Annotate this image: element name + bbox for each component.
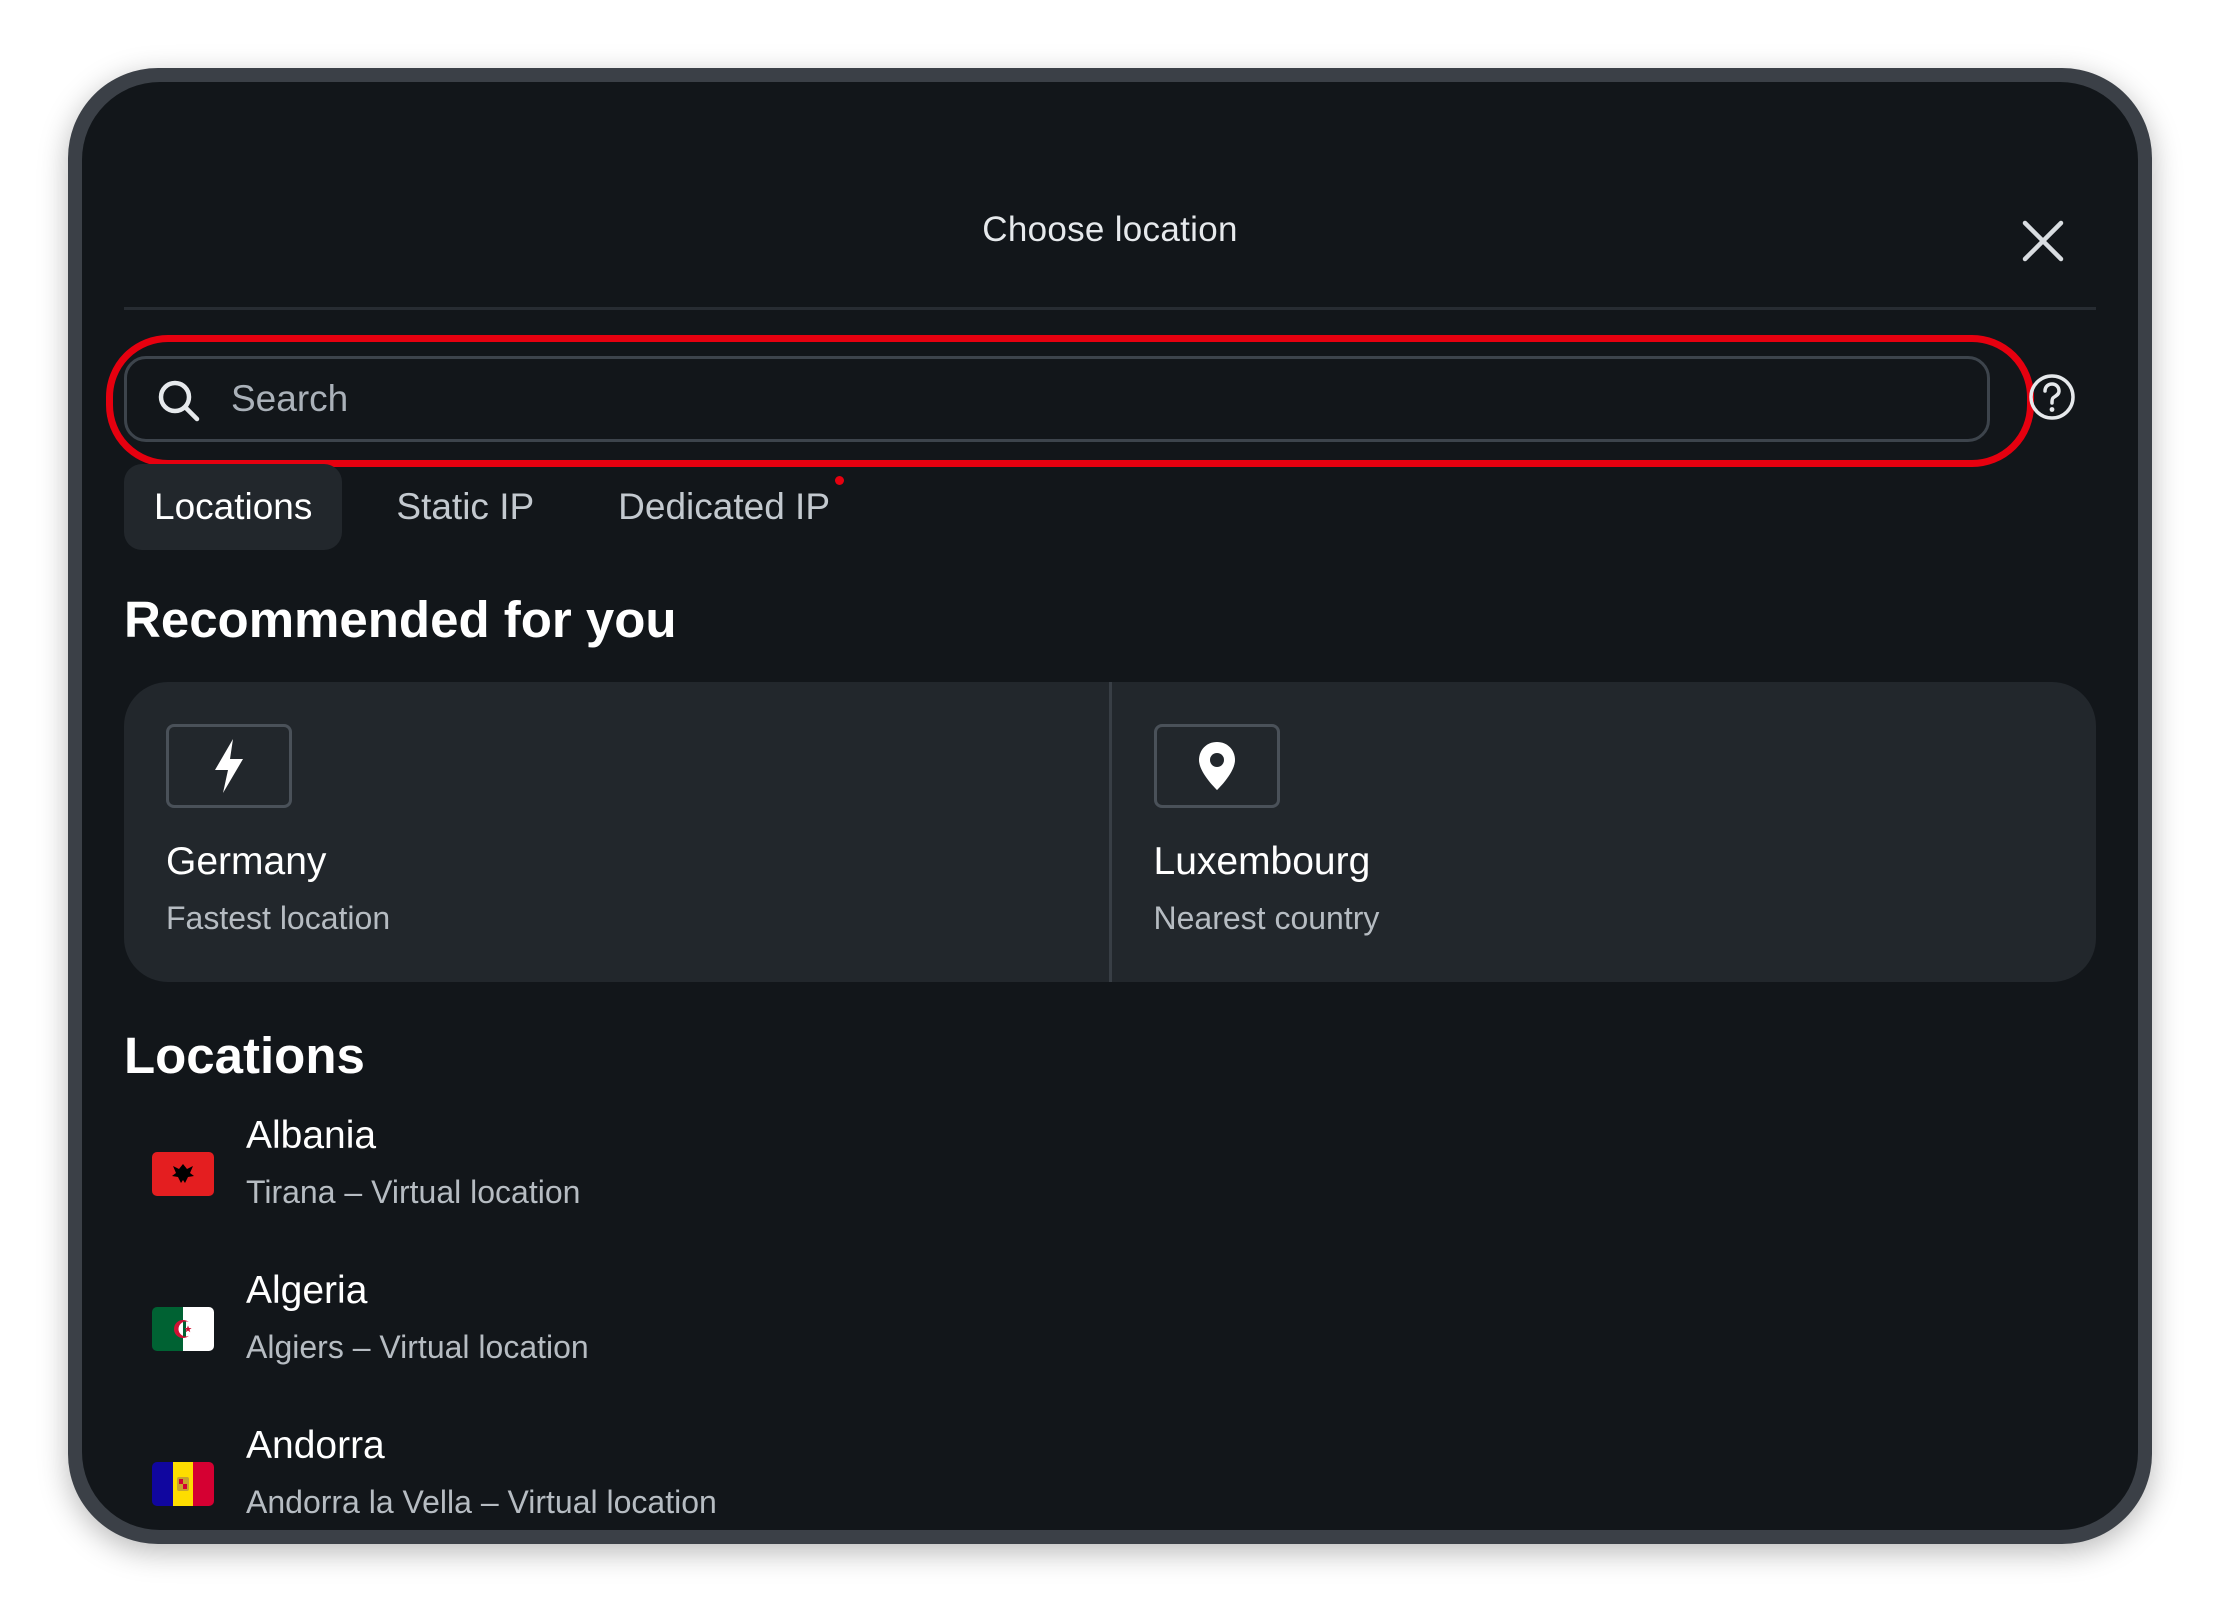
recommended-card-nearest[interactable]: Luxembourg Nearest country: [1108, 682, 2097, 982]
location-name: Algeria: [246, 1269, 368, 1312]
header: Choose location: [82, 82, 2138, 262]
page-title: Choose location: [982, 210, 1238, 249]
rec-card-subtitle: Fastest location: [166, 900, 391, 936]
rec-card-subtitle: Nearest country: [1153, 900, 1380, 936]
location-name: Andorra: [246, 1424, 385, 1467]
device-frame: Choose location L: [68, 68, 2152, 1544]
lightning-icon: [215, 739, 243, 793]
choose-location-panel: Choose location L: [82, 82, 2138, 1530]
search-input[interactable]: [231, 359, 1931, 439]
location-subtitle: Tirana – Virtual location: [246, 1174, 581, 1210]
location-name: Albania: [246, 1114, 377, 1157]
tab-label: Locations: [154, 486, 313, 527]
header-divider: [124, 307, 2096, 310]
close-icon: [2022, 220, 2064, 262]
location-subtitle: Andorra la Vella – Virtual location: [246, 1484, 717, 1520]
list-item[interactable]: Albania Tirana – Virtual location: [124, 1112, 2096, 1267]
tab-locations[interactable]: Locations: [124, 464, 343, 550]
locations-section-title: Locations: [124, 1027, 365, 1084]
location-tabs: Locations Static IP Dedicated IP: [124, 464, 884, 550]
list-item[interactable]: Andorra Andorra la Vella – Virtual locat…: [124, 1422, 2096, 1530]
rec-icon-box: [166, 724, 292, 808]
location-pin-icon: [1198, 742, 1235, 790]
tab-label: Dedicated IP: [618, 486, 831, 527]
albania-flag-icon: [152, 1152, 214, 1196]
list-item[interactable]: Algeria Algiers – Virtual location: [124, 1267, 2096, 1422]
algeria-flag-icon: [152, 1307, 214, 1351]
andorra-flag-icon: [152, 1462, 214, 1506]
notification-dot: [835, 476, 845, 485]
help-button[interactable]: [2027, 372, 2077, 422]
location-subtitle: Algiers – Virtual location: [246, 1329, 589, 1365]
rec-icon-box: [1153, 724, 1280, 808]
help-icon: [2029, 374, 2075, 420]
recommended-section-title: Recommended for you: [124, 591, 677, 648]
tab-label: Static IP: [396, 486, 535, 527]
recommended-cards: Germany Fastest location Luxembourg Near…: [124, 682, 2096, 982]
tab-dedicated-ip[interactable]: Dedicated IP: [588, 464, 860, 550]
search-bar[interactable]: [124, 356, 1990, 442]
tab-static-ip[interactable]: Static IP: [366, 464, 564, 550]
close-button[interactable]: [2017, 215, 2069, 267]
rec-card-name: Germany: [166, 840, 327, 883]
rec-card-name: Luxembourg: [1153, 840, 1371, 883]
search-icon: [158, 380, 200, 422]
recommended-card-fastest[interactable]: Germany Fastest location: [124, 682, 1109, 982]
locations-list: Albania Tirana – Virtual location Algeri…: [124, 1112, 2096, 1530]
